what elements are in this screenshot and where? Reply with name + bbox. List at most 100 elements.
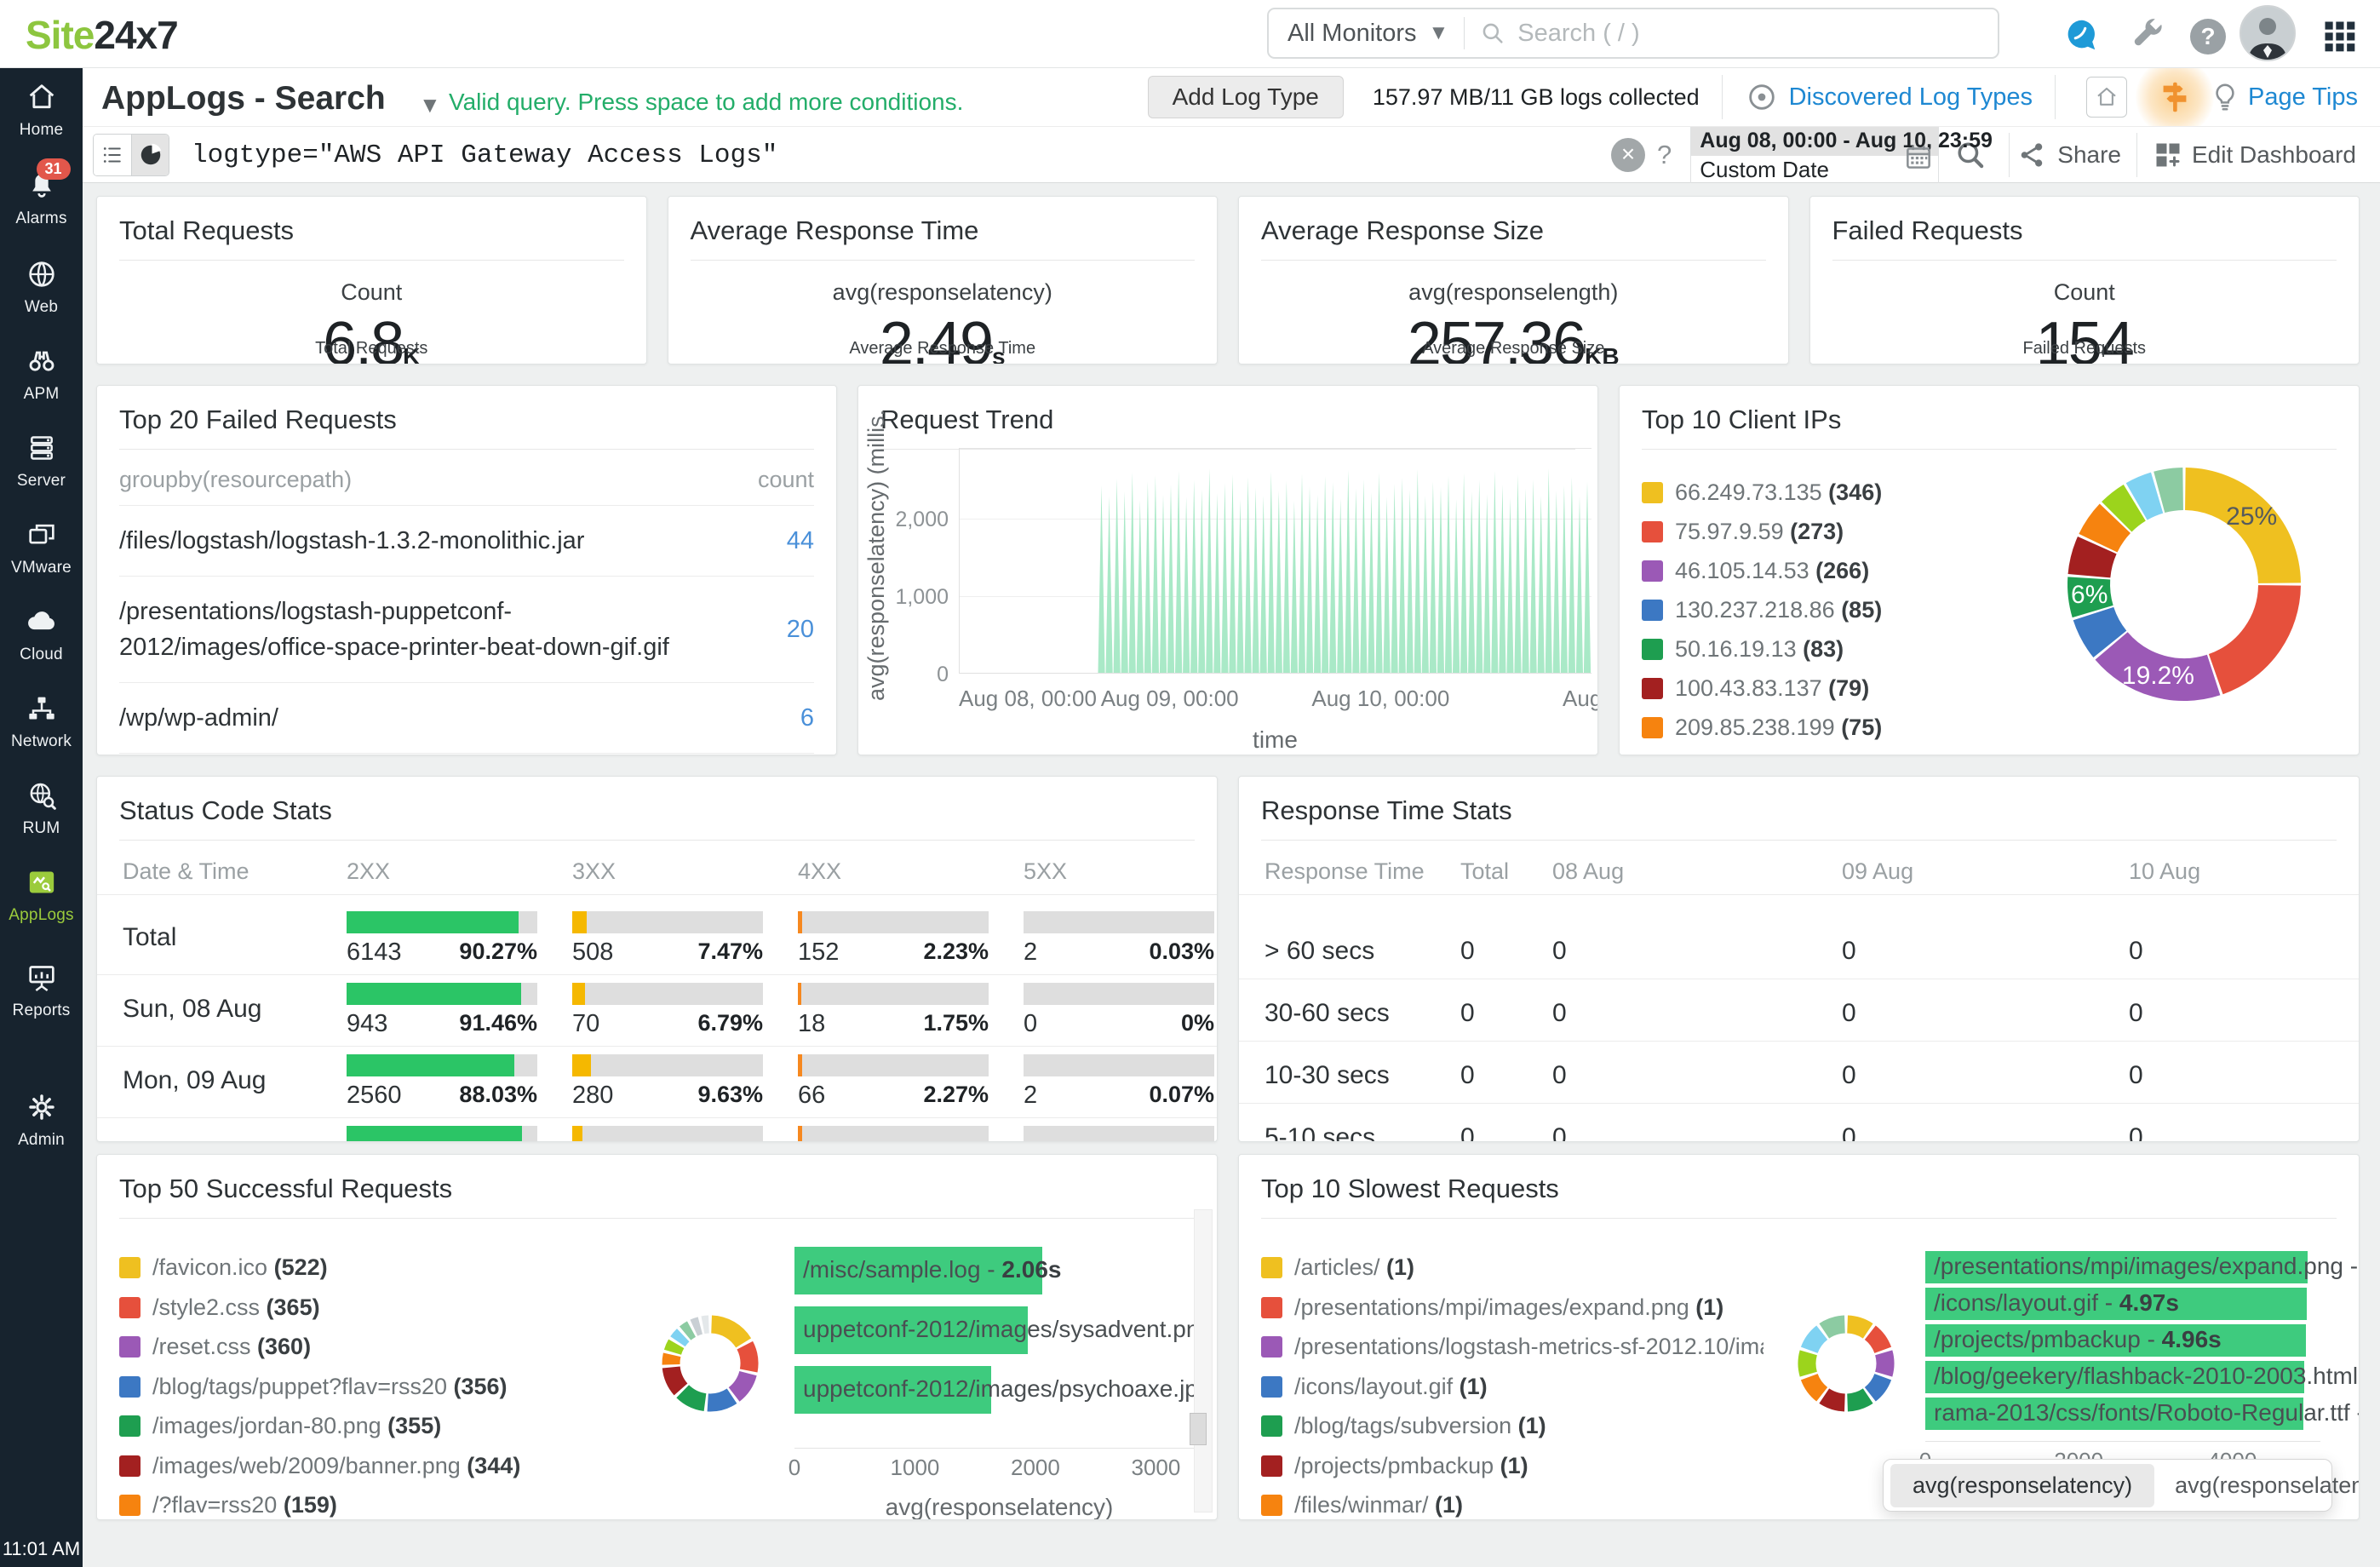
legend-item[interactable]: /projects/pmbackup (1) xyxy=(1261,1453,1528,1479)
legend-item[interactable]: /favicon.ico (522) xyxy=(119,1254,328,1281)
failed-request-count-link[interactable]: 20 xyxy=(787,616,814,644)
date-range-picker[interactable]: Aug 08, 00:00 - Aug 10, 23:59 Custom Dat… xyxy=(1690,127,1939,183)
donut-slice[interactable] xyxy=(671,1368,680,1390)
sidebar-item-applogs[interactable]: AppLogs xyxy=(0,865,83,925)
whats-new-icon[interactable] xyxy=(2061,15,2100,55)
discovered-log-types-link[interactable]: Discovered Log Types xyxy=(1789,83,2033,112)
legend-item[interactable]: /presentations/logstash-metrics-sf-2012.… xyxy=(1261,1334,1763,1360)
donut-slice[interactable] xyxy=(1870,1333,1883,1351)
query-help-icon[interactable]: ? xyxy=(1657,140,1672,170)
donut-slice[interactable] xyxy=(2159,489,2183,492)
site24x7-logo[interactable]: Site24x7 xyxy=(26,12,178,58)
donut-slice[interactable] xyxy=(1848,1396,1868,1403)
title-caret-icon[interactable]: ▼ xyxy=(419,92,441,118)
sidebar-item-cloud[interactable]: Cloud xyxy=(0,605,83,664)
failed-request-count-link[interactable]: 6 xyxy=(800,704,814,732)
donut-slice[interactable] xyxy=(1884,1352,1885,1374)
legend-item[interactable]: /blog/tags/subversion (1) xyxy=(1261,1413,1546,1439)
clear-query-icon[interactable]: × xyxy=(1611,138,1645,172)
legend-item[interactable]: /files/winmar/ (1) xyxy=(1261,1492,1463,1518)
failed-request-count-link[interactable]: 44 xyxy=(787,527,814,555)
legend-item[interactable]: 100.43.83.137 (79) xyxy=(1642,675,1869,702)
chart-view-button[interactable] xyxy=(131,135,169,175)
donut-slice[interactable] xyxy=(671,1355,672,1364)
legend-swatch xyxy=(1642,560,1663,582)
share-button[interactable]: Share xyxy=(2016,139,2121,171)
page-tips-link[interactable]: Page Tips xyxy=(2248,83,2358,112)
donut-slice[interactable] xyxy=(678,1335,683,1341)
page-tips-signpost-icon[interactable] xyxy=(2136,58,2214,136)
donut-slice[interactable] xyxy=(703,1324,708,1325)
page-title[interactable]: AppLogs - Search xyxy=(101,80,386,118)
donut-slice[interactable] xyxy=(2117,502,2135,517)
home-dashboard-icon[interactable] xyxy=(2086,77,2127,118)
sidebar-item-web[interactable]: Web xyxy=(0,257,83,317)
sidebar-item-vmware[interactable]: VMware xyxy=(0,518,83,577)
legend-item[interactable]: 130.237.218.86 (85) xyxy=(1642,597,1882,623)
donut-slice[interactable] xyxy=(1824,1396,1844,1403)
donut-slice[interactable] xyxy=(1870,1377,1883,1395)
legend-item[interactable]: /articles/ (1) xyxy=(1261,1254,1414,1281)
list-view-button[interactable] xyxy=(94,135,131,175)
sidebar-item-network[interactable]: Network xyxy=(0,692,83,751)
donut-slice[interactable] xyxy=(1807,1352,1809,1374)
scrollbar[interactable] xyxy=(1194,1209,1213,1512)
mini-donut-chart[interactable] xyxy=(655,1308,766,1419)
legend-item[interactable]: /images/jordan-80.png (355) xyxy=(119,1413,441,1439)
query-input[interactable]: logtype="AWS API Gateway Access Logs" xyxy=(192,141,777,170)
sidebar-item-home[interactable]: Home xyxy=(0,80,83,140)
sidebar-item-rum[interactable]: RUM xyxy=(0,778,83,838)
legend-item[interactable]: /?flav=rss20 (159) xyxy=(119,1492,337,1518)
donut-slice[interactable] xyxy=(2216,585,2280,674)
edit-dashboard-button[interactable]: Edit Dashboard xyxy=(2153,140,2356,170)
donut-slice[interactable] xyxy=(1809,1333,1822,1351)
legend-item[interactable]: /presentations/mpi/images/expand.png (1) xyxy=(1261,1294,1723,1321)
legend-item[interactable]: 75.97.9.59 (273) xyxy=(1642,519,1844,545)
help-icon[interactable]: ? xyxy=(2190,19,2226,55)
donut-slice[interactable] xyxy=(734,1374,748,1395)
donut-slice[interactable] xyxy=(685,1329,691,1334)
legend-item[interactable]: 46.105.14.53 (266) xyxy=(1642,558,1869,584)
legend-item[interactable]: /reset.css (360) xyxy=(119,1334,311,1360)
donut-slice[interactable] xyxy=(683,1392,705,1403)
donut-slice[interactable] xyxy=(1824,1324,1844,1331)
donut-slice[interactable] xyxy=(2089,545,2096,576)
top50-body-donut[interactable] xyxy=(655,1308,766,1419)
metric-option[interactable]: avg(responselatency) xyxy=(2154,1472,2360,1499)
donut-slice[interactable] xyxy=(708,1396,731,1403)
donut-slice[interactable] xyxy=(2098,519,2115,543)
tools-wrench-icon[interactable] xyxy=(2127,15,2166,55)
search-input[interactable]: Search ( / ) xyxy=(1507,20,1639,48)
request-trend-chart[interactable]: 01,0002,000avg(responselatency) (millis.… xyxy=(858,386,1597,755)
add-log-type-button[interactable]: Add Log Type xyxy=(1148,76,1344,118)
donut-slice[interactable] xyxy=(1809,1377,1822,1395)
donut-slice[interactable] xyxy=(745,1346,749,1371)
sidebar-item-server[interactable]: Server xyxy=(0,431,83,491)
monitor-filter-dropdown[interactable]: All Monitors xyxy=(1269,20,1429,48)
sidebar-item-apm[interactable]: APM xyxy=(0,344,83,404)
sidebar-item-admin[interactable]: Admin xyxy=(0,1090,83,1150)
scrollbar-handle[interactable] xyxy=(1190,1413,1207,1445)
legend-item[interactable]: /style2.css (365) xyxy=(119,1294,320,1321)
legend-item[interactable]: /icons/layout.gif (1) xyxy=(1261,1374,1488,1400)
legend-item[interactable]: 66.249.73.135 (346) xyxy=(1642,479,1882,506)
slowest-body-donut[interactable] xyxy=(1791,1308,1901,1419)
client-ips-donut-chart[interactable]: 25%19.2%6% xyxy=(2044,444,2325,733)
donut-slice[interactable] xyxy=(694,1326,700,1329)
sidebar-item-alarms[interactable]: 31Alarms xyxy=(0,169,83,228)
legend-item[interactable]: 50.16.19.13 (83) xyxy=(1642,636,1844,663)
legend-item[interactable]: /images/web/2009/banner.png (344) xyxy=(119,1453,520,1479)
donut-slice[interactable] xyxy=(2093,614,2109,645)
chevron-down-icon[interactable]: ▼ xyxy=(1429,21,1465,45)
sidebar-item-reports[interactable]: Reports xyxy=(0,961,83,1020)
avatar[interactable] xyxy=(2239,5,2296,61)
metric-option-selected[interactable]: avg(responselatency) xyxy=(1890,1464,2154,1507)
app-grid-icon[interactable] xyxy=(2320,17,2360,56)
donut-slice[interactable] xyxy=(1848,1324,1868,1331)
legend-item[interactable]: 209.85.238.199 (75) xyxy=(1642,715,1882,741)
mini-donut-chart[interactable] xyxy=(1791,1308,1901,1419)
donut-slice[interactable] xyxy=(712,1324,744,1343)
legend-item[interactable]: /blog/tags/puppet?flav=rss20 (356) xyxy=(119,1374,508,1400)
donut-slice[interactable] xyxy=(2136,493,2157,502)
donut-slice[interactable] xyxy=(673,1344,676,1352)
